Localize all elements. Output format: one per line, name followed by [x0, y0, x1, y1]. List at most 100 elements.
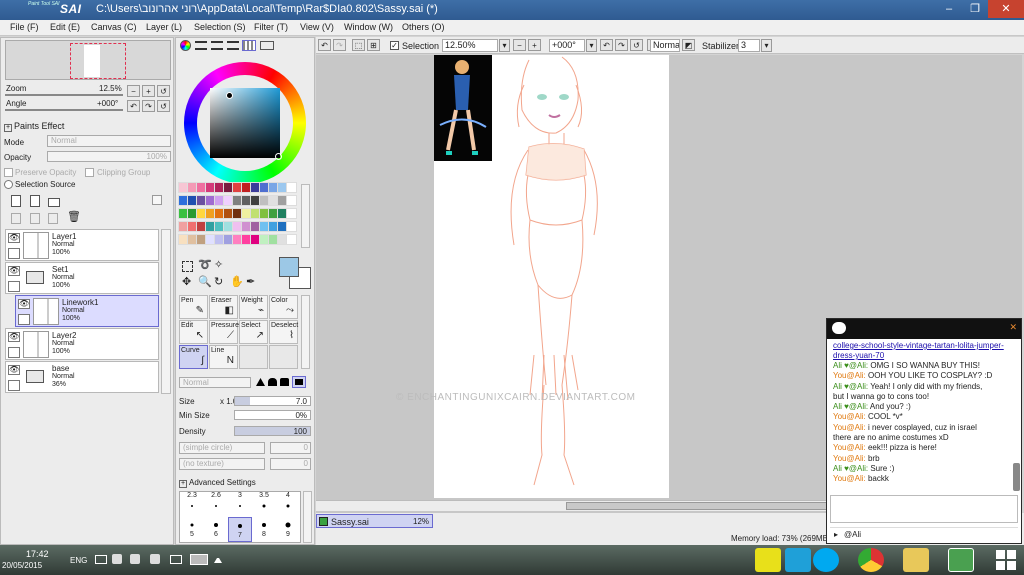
color-swatch[interactable] [259, 208, 270, 219]
clear-layer-icon[interactable] [48, 213, 58, 224]
gradient-tab-icon[interactable] [227, 41, 239, 50]
color-swatch[interactable] [223, 182, 234, 193]
color-swatch[interactable] [277, 234, 288, 245]
color-swatch[interactable] [214, 195, 225, 206]
trash-icon[interactable]: 🗑 [67, 212, 81, 224]
color-swatch[interactable] [286, 182, 297, 193]
language-indicator[interactable]: ENG [70, 556, 87, 565]
merge-down-icon[interactable] [30, 213, 40, 224]
color-swatch[interactable] [250, 195, 261, 206]
color-swatch[interactable] [178, 221, 189, 232]
menu-canvas[interactable]: Canvas (C) [91, 22, 137, 32]
color-swatch[interactable] [250, 208, 261, 219]
tool-line[interactable]: Line N [209, 345, 238, 369]
color-swatch[interactable] [187, 195, 198, 206]
tool-pressure[interactable]: Pressure ⟋ [209, 320, 239, 344]
brush-mode-select[interactable]: Normal [179, 377, 251, 388]
brush-preset[interactable]: 2.3 [180, 492, 204, 517]
canvas-rotate-left-button[interactable]: ↶ [600, 39, 613, 51]
angle-dropdown[interactable]: +000° [549, 39, 585, 52]
color-swatch[interactable] [196, 208, 207, 219]
keyboard-icon[interactable] [190, 554, 208, 565]
color-swatch[interactable] [259, 221, 270, 232]
color-swatch[interactable] [250, 182, 261, 193]
zoom-in-button[interactable]: + [142, 85, 155, 97]
layer-panel-menu-icon[interactable] [152, 195, 162, 205]
color-swatch[interactable] [268, 221, 279, 232]
zoom-tool-icon[interactable]: 🔍 [198, 277, 212, 288]
new-layer-icon[interactable] [11, 195, 21, 207]
eye-icon[interactable]: 👁 [8, 266, 20, 276]
color-swatch[interactable] [277, 221, 288, 232]
color-swatch[interactable] [178, 234, 189, 245]
transfer-down-icon[interactable] [11, 213, 21, 224]
rotate-left-button[interactable]: ↶ [127, 100, 140, 112]
paint-tool-sai-taskbar-icon[interactable] [948, 548, 974, 572]
rotate-tool-icon[interactable]: ↻ [214, 277, 223, 288]
brush-preset[interactable]: 2.6 [204, 492, 228, 517]
hue-cursor[interactable] [275, 153, 282, 160]
canvas-rotate-reset-button[interactable]: ↺ [630, 39, 643, 51]
color-swatch[interactable] [214, 221, 225, 232]
selection-source-radio[interactable] [4, 180, 13, 189]
brush-preset[interactable]: 3.5 [252, 492, 276, 517]
canvas-zoom-out-button[interactable]: − [513, 39, 526, 51]
color-swatch[interactable] [223, 195, 234, 206]
angle-slider[interactable] [5, 109, 123, 111]
color-swatch[interactable] [205, 182, 216, 193]
layer-item[interactable]: 👁 Layer1 Normal 100% [5, 229, 159, 261]
brush-preset[interactable]: 3 [228, 492, 252, 517]
chat-recipient-bar[interactable]: ▸ @Ali [830, 527, 1018, 541]
navigator-preview[interactable] [5, 40, 171, 80]
color-swatch[interactable] [259, 234, 270, 245]
menu-layer[interactable]: Layer (L) [146, 22, 182, 32]
layer-select-checkbox[interactable] [8, 281, 20, 292]
menu-filter[interactable]: Filter (T) [254, 22, 288, 32]
saturation-value-square[interactable] [210, 88, 280, 158]
color-swatch[interactable] [250, 234, 261, 245]
volume-muted-icon[interactable] [150, 554, 160, 564]
color-swatch[interactable] [232, 221, 243, 232]
zoom-reset-button[interactable]: ↺ [157, 85, 170, 97]
scratchpad-tab-icon[interactable] [260, 41, 274, 50]
chat-link[interactable]: college-school-style-vintage-tartan-loli… [833, 341, 1013, 361]
density-slider[interactable]: 100 [234, 426, 311, 436]
brush-shape-select[interactable]: (simple circle) [179, 442, 265, 454]
preserve-opacity-checkbox[interactable] [4, 168, 13, 177]
swatch-tab-icon[interactable] [242, 40, 256, 51]
color-swatch[interactable] [268, 208, 279, 219]
minimize-button[interactable]: – [936, 0, 962, 18]
wifi-signal-icon[interactable] [170, 555, 182, 564]
chat-message-input[interactable] [830, 495, 1018, 523]
color-swatch[interactable] [286, 221, 297, 232]
color-swatch[interactable] [205, 234, 216, 245]
color-swatch[interactable] [259, 182, 270, 193]
color-swatch[interactable] [232, 208, 243, 219]
brush-preset[interactable]: 9 [276, 517, 300, 542]
color-swatch[interactable] [286, 234, 297, 245]
selection-checkbox[interactable]: ✓ [390, 41, 399, 50]
brush-texture-strength[interactable]: 0 [270, 458, 311, 470]
brush-preset[interactable]: 8 [252, 517, 276, 542]
undo-button[interactable]: ↶ [318, 39, 331, 51]
rgb-slider-tab-icon[interactable] [195, 41, 207, 50]
stabilizer-dropdown-arrow[interactable]: ▾ [761, 39, 772, 52]
eye-icon[interactable]: 👁 [8, 365, 20, 375]
canvas-zoom-in-button[interactable]: + [528, 39, 541, 51]
color-swatch[interactable] [268, 234, 279, 245]
menu-window[interactable]: Window (W) [344, 22, 393, 32]
menu-view[interactable]: View (V) [300, 22, 334, 32]
color-swatch[interactable] [187, 221, 198, 232]
taskbar-photos-icon[interactable] [785, 548, 811, 572]
brush-texture-select[interactable]: (no texture) [179, 458, 265, 470]
clock-date[interactable]: 20/05/2015 [2, 561, 42, 570]
layer-item-selected[interactable]: 👁 Linework1 Normal 100% [15, 295, 159, 327]
color-picker-cursor[interactable] [226, 92, 233, 99]
clock-time[interactable]: 17:42 [26, 549, 49, 559]
deselect-button[interactable]: ⬚ [352, 39, 365, 51]
color-swatch[interactable] [241, 195, 252, 206]
tool-color[interactable]: Color ⤳ [269, 295, 298, 319]
brush-preset[interactable]: 5 [180, 517, 204, 542]
tool-deselect[interactable]: Deselect ⌇ [269, 320, 298, 344]
mode-select[interactable]: Normal [47, 135, 171, 147]
